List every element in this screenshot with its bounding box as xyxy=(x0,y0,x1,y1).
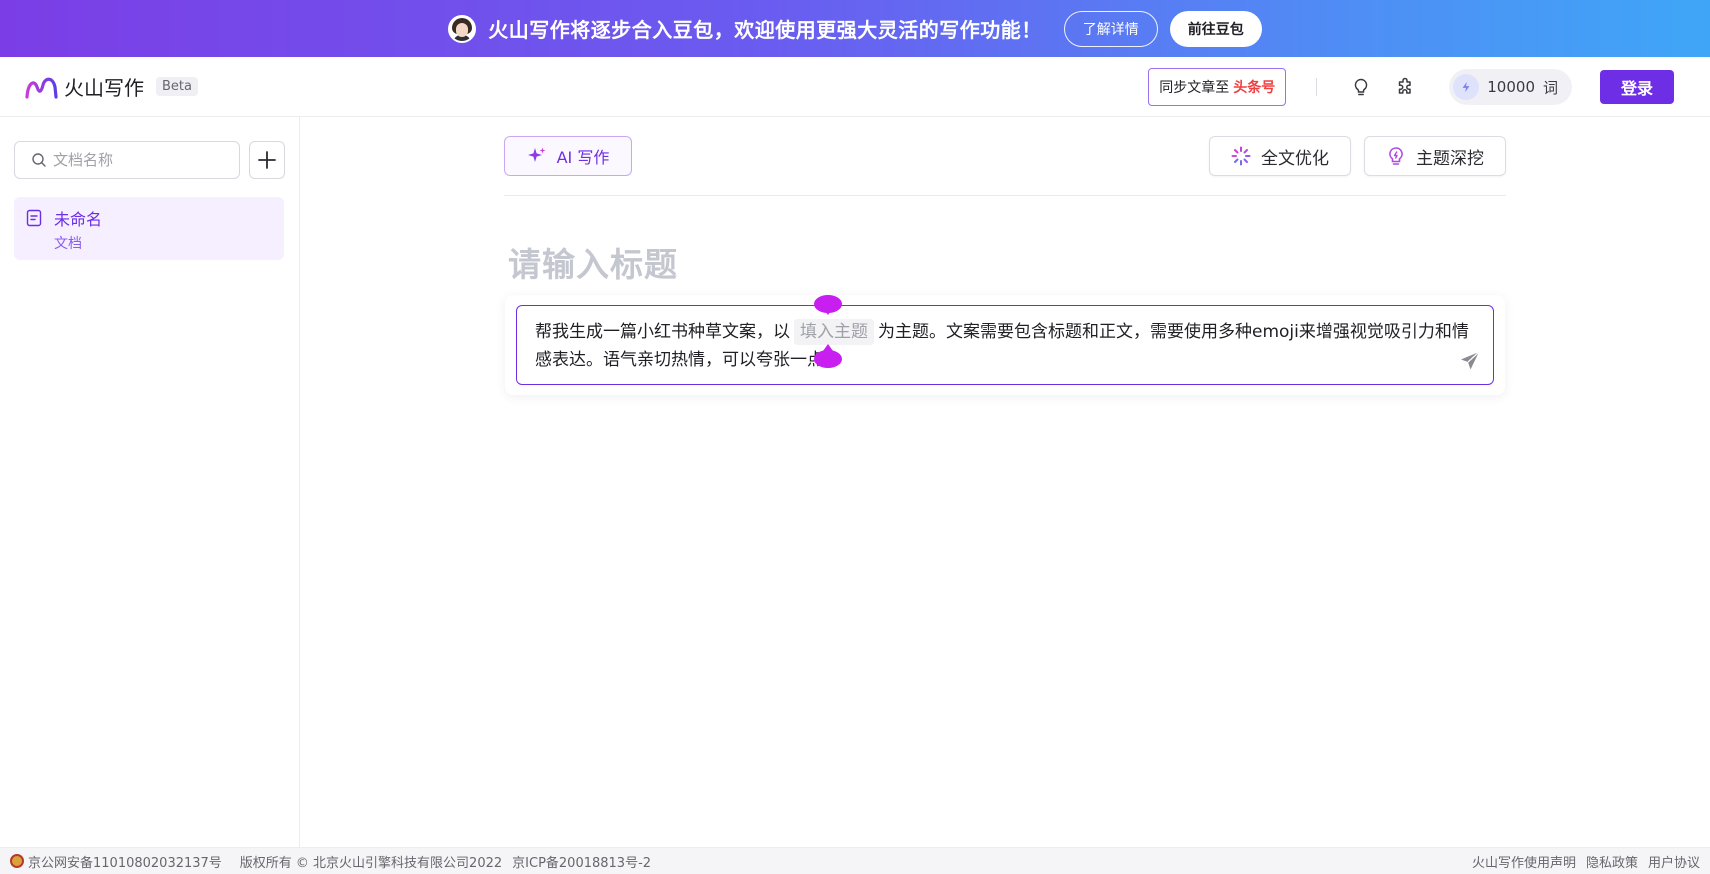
user-agreement-link[interactable]: 用户协议 xyxy=(1648,852,1700,871)
document-search[interactable] xyxy=(14,141,240,179)
usage-statement-link[interactable]: 火山写作使用声明 xyxy=(1472,852,1576,871)
prompt-input[interactable]: 帮我生成一篇小红书种草文案，以 填入主题 为主题。文案需要包含标题和正文，需要使用多… xyxy=(516,305,1494,385)
plugin-button[interactable] xyxy=(1391,73,1419,101)
sync-article-button[interactable]: 同步文章至 头条号 xyxy=(1148,68,1287,106)
prompt-card: 帮我生成一篇小红书种草文案，以 填入主题 为主题。文案需要包含标题和正文，需要使用多… xyxy=(505,295,1505,395)
idea-bulb-icon xyxy=(1389,147,1403,165)
document-list-item[interactable]: 未命名 文档 xyxy=(14,197,284,260)
app-name: 火山写作 xyxy=(64,76,144,100)
toolbar-divider xyxy=(504,195,1506,196)
plus-icon xyxy=(258,151,276,169)
page-footer: 京公网安备11010802032137号 版权所有 © 北京火山引擎科技有限公司… xyxy=(0,847,1710,874)
ai-write-button[interactable]: AI 写作 xyxy=(504,136,632,176)
optimize-label: 全文优化 xyxy=(1261,148,1329,169)
beta-badge: Beta xyxy=(156,77,198,96)
quota-unit: 词 xyxy=(1542,78,1558,97)
prompt-text-before: 帮我生成一篇小红书种草文案，以 xyxy=(535,322,790,342)
ai-write-label: AI 写作 xyxy=(556,148,610,167)
sync-label: 同步文章至 xyxy=(1159,80,1230,96)
topic-dig-button[interactable]: 主题深挖 xyxy=(1364,136,1506,176)
loading-spinner-icon xyxy=(1231,146,1251,166)
header-divider xyxy=(1316,78,1318,96)
selection-handle-top[interactable] xyxy=(814,295,842,315)
app-header: 火山写作 Beta 同步文章至 头条号 10000 词 登录 xyxy=(0,57,1710,117)
search-icon xyxy=(32,153,46,167)
title-input[interactable]: 请输入标题 xyxy=(508,238,678,286)
document-subtitle: 文档 xyxy=(54,236,82,252)
copyright-text: 版权所有 © 北京火山引擎科技有限公司2022 xyxy=(239,855,503,871)
topic-slot-input[interactable]: 填入主题 xyxy=(794,319,874,345)
sparkle-icon xyxy=(527,147,546,162)
learn-more-button[interactable]: 了解详情 xyxy=(1063,10,1158,47)
login-button[interactable]: 登录 xyxy=(1600,70,1674,104)
document-sidebar: 未命名 文档 xyxy=(0,117,300,847)
lightbulb-icon xyxy=(1354,78,1368,96)
quota-value: 10000 xyxy=(1487,78,1535,96)
icp-link[interactable]: 京ICP备20018813号-2 xyxy=(512,852,651,871)
app-logo[interactable]: 火山写作 Beta xyxy=(24,72,198,101)
full-text-optimize-button[interactable]: 全文优化 xyxy=(1209,136,1351,176)
lightning-icon xyxy=(1453,74,1480,100)
toutiao-label: 头条号 xyxy=(1233,80,1276,96)
document-search-input[interactable] xyxy=(53,151,223,169)
police-record-link[interactable]: 京公网安备11010802032137号 xyxy=(28,852,222,871)
police-badge-icon xyxy=(10,854,24,868)
topic-dig-label: 主题深挖 xyxy=(1416,148,1484,169)
volcano-logo-icon xyxy=(25,77,58,99)
new-document-button[interactable] xyxy=(249,141,285,179)
doubao-avatar-icon xyxy=(448,14,477,43)
go-doubao-button[interactable]: 前往豆包 xyxy=(1169,10,1262,47)
document-title: 未命名 xyxy=(54,210,103,229)
promo-message: 火山写作将逐步合入豆包，欢迎使用更强大灵活的写作功能！ xyxy=(488,18,1042,42)
send-icon[interactable] xyxy=(1459,350,1481,372)
promo-banner: 火山写作将逐步合入豆包，欢迎使用更强大灵活的写作功能！ 了解详情 前往豆包 xyxy=(0,0,1710,57)
document-icon xyxy=(26,209,42,227)
tips-button[interactable] xyxy=(1347,73,1375,101)
selection-handle-bottom[interactable] xyxy=(814,344,842,368)
privacy-policy-link[interactable]: 隐私政策 xyxy=(1586,852,1638,871)
puzzle-icon xyxy=(1399,77,1412,94)
word-quota[interactable]: 10000 词 xyxy=(1449,69,1572,105)
